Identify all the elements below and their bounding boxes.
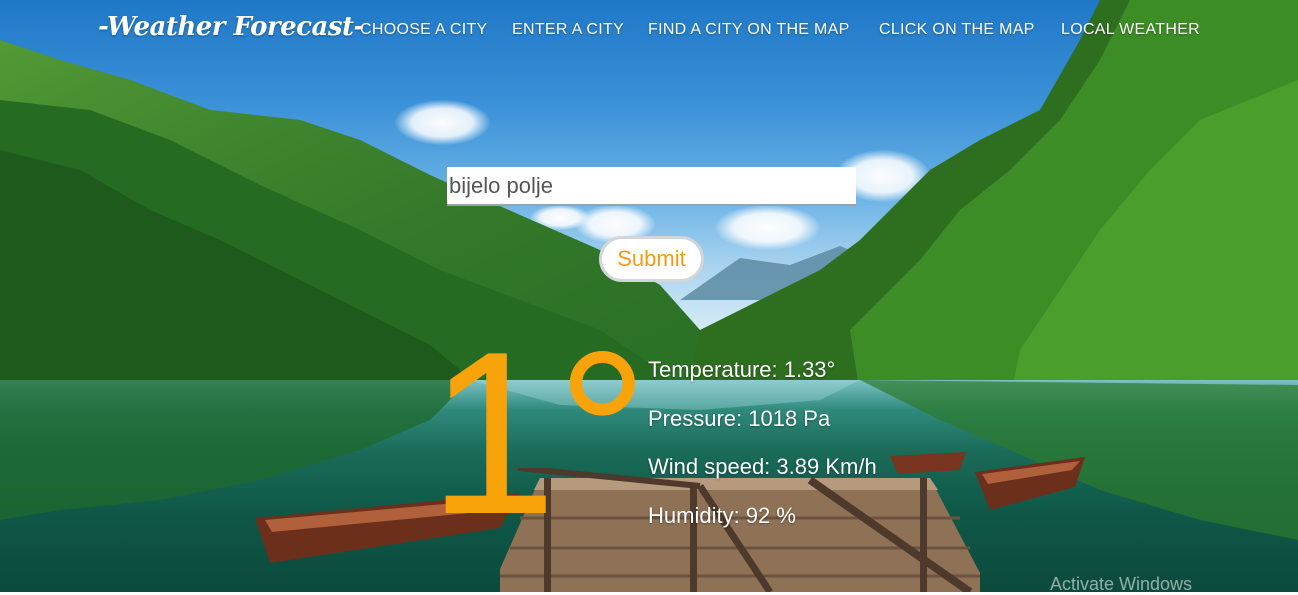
weather-details: Temperature: 1.33° Pressure: 1018 Pa Win… [648,355,877,549]
boat-right [975,457,1085,510]
wind-speed-readout: Wind speed: 3.89 Km/h [648,454,877,479]
submit-button[interactable]: Submit [599,236,704,282]
nav-link-enter-a-city[interactable]: ENTER A CITY [512,21,624,39]
humidity-readout: Humidity: 92 % [648,502,796,528]
top-navbar: -Weather Forecast- CHOOSE A CITY ENTER A… [0,0,1298,62]
big-temperature: 1 ° [428,318,649,550]
nav-link-find-a-city-on-the-map[interactable]: FIND A CITY ON THE MAP [648,21,850,39]
nav-link-choose-a-city[interactable]: CHOOSE A CITY [360,21,488,39]
nav-link-local-weather[interactable]: LOCAL WEATHER [1061,21,1200,39]
temperature-readout: Temperature: 1.33° [648,357,836,382]
big-temperature-number: 1 [428,304,558,563]
pressure-readout: Pressure: 1018 Pa [648,405,831,431]
brand-logo[interactable]: -Weather Forecast- [98,12,364,42]
nav-link-click-on-the-map[interactable]: CLICK ON THE MAP [879,21,1035,39]
city-input[interactable] [447,167,856,206]
degree-symbol: ° [556,304,649,563]
